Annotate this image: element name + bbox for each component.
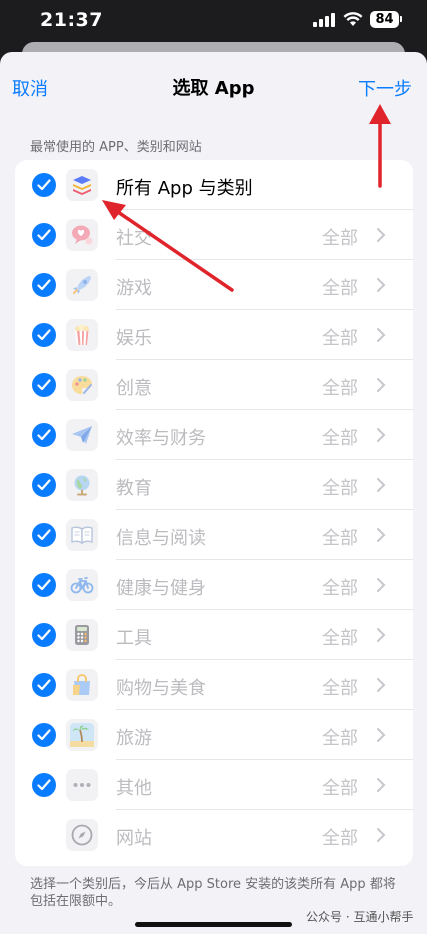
- arrow-to-next-button: [369, 104, 391, 188]
- arrow-to-all-apps-row: [102, 200, 234, 292]
- annotation-arrows: [102, 104, 391, 292]
